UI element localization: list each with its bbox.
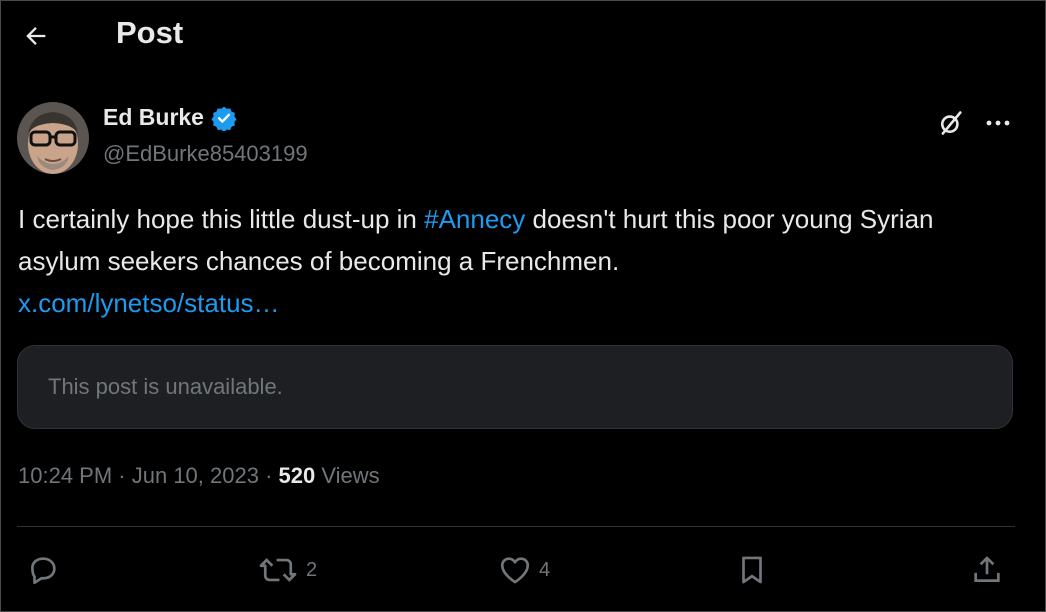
unavailable-notice: This post is unavailable.	[48, 374, 283, 399]
author-name-row[interactable]: Ed Burke	[103, 104, 237, 131]
post-date[interactable]: Jun 10, 2023	[132, 463, 259, 488]
avatar-image	[17, 102, 89, 174]
quoted-post-unavailable: This post is unavailable.	[17, 345, 1013, 429]
meta-separator: ·	[258, 463, 279, 488]
heart-icon	[500, 557, 530, 584]
like-count: 4	[539, 558, 551, 581]
views-count: 520	[278, 463, 316, 488]
page-title: Post	[116, 15, 184, 50]
share-button[interactable]	[970, 552, 1004, 588]
more-dots-icon	[986, 120, 1010, 126]
verified-badge-icon	[211, 106, 237, 131]
like-button[interactable]: 4	[497, 552, 550, 588]
share-icon	[974, 556, 1000, 582]
back-button[interactable]	[20, 20, 52, 52]
author-handle[interactable]: @EdBurke85403199	[103, 141, 308, 167]
header: Post	[0, 0, 1046, 72]
author-name[interactable]: Ed Burke	[103, 104, 204, 131]
grok-icon	[940, 111, 962, 135]
views-label: Views	[315, 463, 380, 488]
reply-button[interactable]	[26, 552, 66, 588]
repost-count: 2	[306, 558, 318, 581]
divider	[17, 526, 1015, 527]
post-text-start: I certainly hope this little dust-up in	[18, 204, 425, 234]
post-meta: 10:24 PM · Jun 10, 2023 · 520 Views	[18, 463, 380, 489]
arrow-left-icon	[26, 27, 46, 45]
avatar[interactable]	[17, 102, 89, 174]
repost-button[interactable]: 2	[256, 552, 317, 588]
grok-button[interactable]	[934, 106, 968, 140]
status-link[interactable]: x.com/lynetso/status…	[18, 288, 280, 318]
bookmark-icon	[742, 556, 762, 584]
bookmark-button[interactable]	[735, 552, 769, 588]
meta-separator: ·	[112, 463, 132, 488]
post-time[interactable]: 10:24 PM	[18, 463, 112, 488]
hashtag-link[interactable]: #Annecy	[424, 204, 525, 234]
post-text: I certainly hope this little dust-up in …	[18, 198, 1018, 324]
more-options-button[interactable]	[978, 106, 1018, 140]
reply-icon	[31, 557, 56, 585]
repost-icon	[259, 558, 297, 582]
